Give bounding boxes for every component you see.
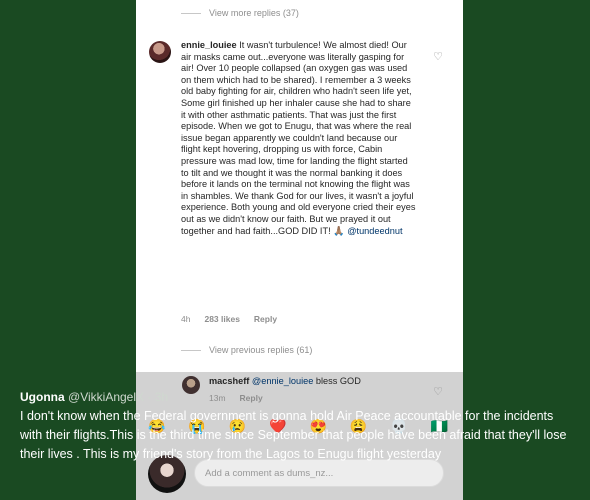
tweet-text: I don't know when the Federal government…	[20, 409, 567, 461]
reply-body: macsheff @ennie_louiee bless GOD	[209, 376, 361, 386]
comment-mention[interactable]: @tundeednut	[347, 226, 402, 236]
tweet-author-handle[interactable]: @VikkiAngelX	[68, 390, 144, 404]
view-previous-replies-link[interactable]: View previous replies (61)	[181, 345, 312, 355]
view-previous-replies-label: View previous replies (61)	[209, 345, 313, 355]
view-more-replies-link[interactable]: View more replies (37)	[181, 8, 299, 18]
divider-dash	[181, 12, 201, 14]
comment-username[interactable]: ennie_louiee	[181, 40, 237, 50]
comment-meta: 4h 283 likes Reply	[181, 314, 277, 324]
avatar[interactable]	[149, 41, 171, 63]
comment-body: ennie_louiee It wasn't turbulence! We al…	[181, 40, 417, 237]
tweet-author-name[interactable]: Ugonna	[20, 390, 65, 404]
view-more-replies-label: View more replies (37)	[209, 8, 299, 18]
tweet: Ugonna @VikkiAngelX · 3h I don't know wh…	[20, 390, 576, 464]
reply-mention[interactable]: @ennie_louiee	[252, 376, 313, 386]
divider-dash	[181, 349, 201, 351]
comment-likes[interactable]: 283 likes	[204, 314, 239, 324]
tweet-header: Ugonna @VikkiAngelX · 3h	[20, 390, 576, 404]
comment-text: It wasn't turbulence! We almost died! Ou…	[181, 40, 416, 236]
comment-reply-button[interactable]: Reply	[254, 314, 277, 324]
tweet-timestamp[interactable]: · 3h	[147, 390, 168, 404]
reply-text: bless GOD	[315, 376, 361, 386]
reply-username[interactable]: macsheff	[209, 376, 249, 386]
comment-input-placeholder: Add a comment as dums_nz...	[205, 467, 334, 479]
like-heart-icon[interactable]: ♡	[433, 50, 443, 63]
comment-time: 4h	[181, 314, 191, 324]
